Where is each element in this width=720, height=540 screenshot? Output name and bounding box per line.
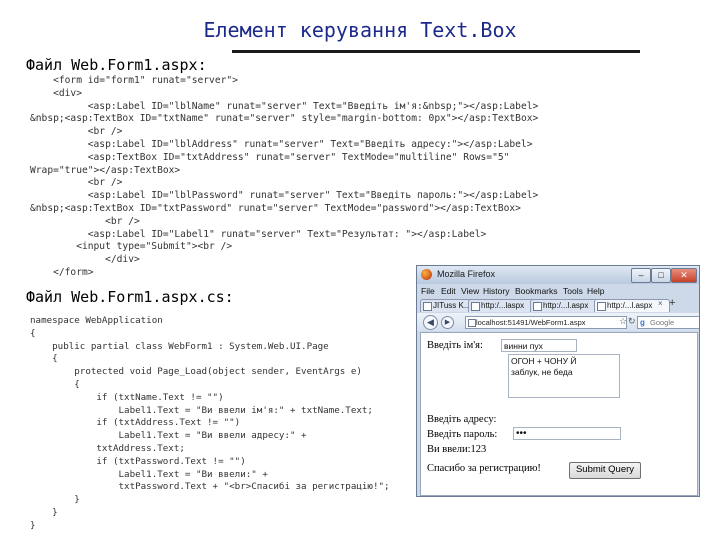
favicon-icon (597, 302, 606, 311)
window-title: Mozilla Firefox (437, 269, 496, 279)
search-placeholder: Google (650, 318, 675, 327)
code-line: txtAddress.Text; (30, 442, 185, 454)
code-line: public partial class WebForm1 : System.W… (30, 340, 329, 352)
name-textbox[interactable]: винни пух (501, 339, 577, 352)
code-line: } (30, 494, 80, 506)
code-line: protected void Page_Load(object sender, … (30, 366, 362, 378)
google-icon: g (640, 318, 645, 327)
navigation-bar: ◀ ▶ localhost:51491/WebForm1.aspx ☆ ↻ g … (417, 313, 699, 331)
code-line: Label1.Text = "Ви ввели:" + (30, 468, 268, 480)
menu-bar: File Edit View History Bookmarks Tools H… (417, 285, 699, 298)
code-line: <asp:Label ID="lblName" runat="server" T… (30, 100, 539, 112)
code-line: <input type="Submit"><br /> (30, 241, 233, 253)
favicon-icon (471, 302, 480, 311)
code-line: Label1.Text = "Ви ввели адресу:" + (30, 430, 307, 442)
search-box[interactable]: g Google (637, 316, 699, 329)
code-line: <asp:Label ID="lblPassword" runat="serve… (30, 190, 539, 202)
name-label: Введіть ім'я: (427, 340, 483, 351)
code-line: <div> (30, 87, 82, 99)
menu-help[interactable]: Help (587, 286, 604, 296)
cs-file-label: Файл Web.Form1.aspx.cs: (26, 288, 234, 306)
code-line: <asp:Label ID="Label1" runat="server" Te… (30, 228, 487, 240)
favicon-icon (423, 302, 432, 311)
minimize-button[interactable]: – (631, 268, 651, 283)
code-line: <asp:Label ID="lblAddress" runat="server… (30, 138, 533, 150)
code-line: { (30, 327, 36, 339)
code-line: &nbsp;<asp:TextBox ID="txtName" runat="s… (30, 113, 539, 125)
code-line: } (30, 506, 58, 518)
code-line: } (30, 519, 36, 531)
submit-query-button[interactable]: Submit Query (569, 462, 641, 479)
aspx-code-block: <form id="form1" runat="server"> <div> <… (30, 75, 538, 280)
code-line: { (30, 378, 80, 390)
code-line: if (txtAddress.Text != "") (30, 417, 241, 429)
window-titlebar: Mozilla Firefox – □ ✕ (417, 266, 699, 284)
code-line: <br /> (30, 215, 140, 227)
menu-view[interactable]: View (461, 286, 479, 296)
aspx-file-label: Файл Web.Form1.aspx: (26, 56, 207, 74)
code-line: Wrap="true"></asp:TextBox> (30, 164, 181, 176)
code-line: namespace WebApplication (30, 315, 163, 326)
result-label: Ви ввели:123 (427, 444, 487, 455)
tab-strip: JITuss K... http:/...laspx http:/...l.as… (417, 297, 699, 312)
code-line: txtPassword.Text + "<br>Спасибі за регис… (30, 481, 390, 493)
code-line: if (txtName.Text != "") (30, 391, 224, 403)
browser-window: Mozilla Firefox – □ ✕ File Edit View His… (416, 265, 700, 497)
code-line: <br /> (30, 126, 123, 138)
menu-history[interactable]: History (483, 286, 509, 296)
firefox-logo-icon (421, 269, 432, 280)
code-line: <asp:TextBox ID="txtAddress" runat="serv… (30, 151, 510, 163)
code-line: <br /> (30, 177, 123, 189)
password-textbox[interactable]: ••• (513, 427, 621, 440)
tab-label: http:/...l.aspx (543, 301, 589, 310)
new-tab-button[interactable]: + (669, 297, 675, 309)
code-line: &nbsp;<asp:TextBox ID="txtPassword" runa… (30, 202, 521, 214)
address-text: ОГОН + ЧОНУ Й заблук, не беда (511, 356, 577, 377)
thanks-text: Спасибо за регистрацию! (427, 463, 541, 474)
menu-file[interactable]: File (421, 286, 435, 296)
tab-label: http:/...laspx (481, 301, 525, 310)
address-url: localhost:51491/WebForm1.aspx (476, 318, 586, 327)
code-line: { (30, 353, 58, 365)
title-underline (232, 50, 640, 53)
cs-code-block: namespace WebApplication{ public partial… (30, 315, 390, 533)
back-button[interactable]: ◀ (423, 315, 438, 330)
code-line: Label1.Text = "Ви ввели ім'я:" + txtName… (30, 404, 373, 416)
slide-title: Елемент керування Text.Box (203, 18, 517, 42)
tab-close-icon[interactable]: × (658, 299, 663, 308)
reload-icon[interactable]: ↻ (628, 316, 636, 327)
address-label: Введіть адресу: (427, 414, 497, 425)
favicon-icon (533, 302, 542, 311)
menu-bookmarks[interactable]: Bookmarks (515, 286, 558, 296)
address-bar[interactable]: localhost:51491/WebForm1.aspx (465, 316, 627, 329)
address-textarea[interactable]: ОГОН + ЧОНУ Й заблук, не беда (508, 354, 620, 398)
menu-edit[interactable]: Edit (441, 286, 456, 296)
code-line: <form id="form1" runat="server"> (30, 75, 238, 86)
tab-label: JITuss K... (433, 301, 471, 310)
page-content: Введіть ім'я: винни пух ОГОН + ЧОНУ Й за… (420, 332, 698, 496)
code-line: if (txtPassword.Text != "") (30, 455, 246, 467)
password-label: Введіть пароль: (427, 429, 498, 440)
site-identity-icon (468, 319, 476, 327)
close-button[interactable]: ✕ (671, 268, 697, 283)
tab-label: http:/...l.aspx (607, 301, 653, 310)
menu-tools[interactable]: Tools (563, 286, 583, 296)
maximize-button[interactable]: □ (651, 268, 671, 283)
bookmark-star-icon[interactable]: ☆ (619, 316, 627, 327)
forward-button[interactable]: ▶ (441, 316, 454, 329)
